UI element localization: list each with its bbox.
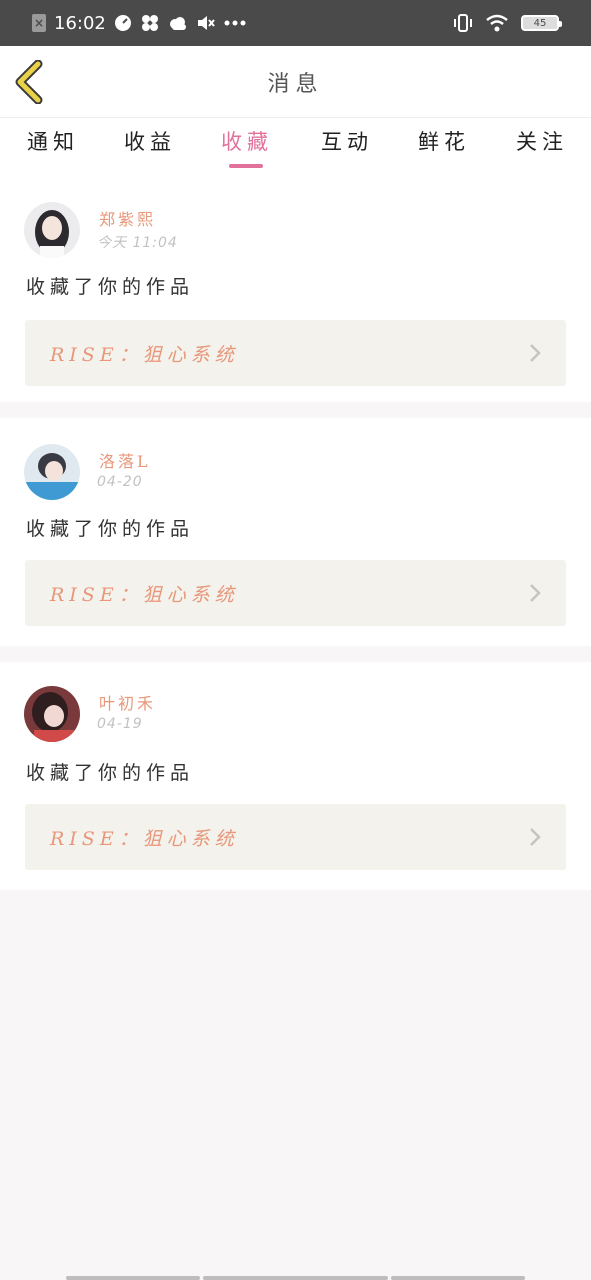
avatar-image xyxy=(24,444,80,500)
avatar[interactable] xyxy=(24,686,80,742)
tab-notifications[interactable]: 通知 xyxy=(27,126,79,156)
work-title: RISE：狙心系统 xyxy=(50,828,239,850)
notification-x-icon: × xyxy=(32,14,46,32)
tab-favorites[interactable]: 收藏 xyxy=(221,126,273,156)
action-text: 收藏了你的作品 xyxy=(26,276,195,298)
timestamp: 04-20 xyxy=(97,474,143,490)
tab-flowers[interactable]: 鲜花 xyxy=(418,126,470,156)
active-tab-indicator xyxy=(229,164,263,168)
avatar-image xyxy=(24,202,80,258)
avatar[interactable] xyxy=(24,202,80,258)
header: 消息 xyxy=(0,46,591,118)
list-item: 洛落L 04-20 收藏了你的作品 RISE：狙心系统 xyxy=(0,418,591,646)
mute-icon xyxy=(196,14,216,32)
username[interactable]: 叶初禾 xyxy=(99,690,156,714)
gesture-bar[interactable] xyxy=(203,1276,388,1280)
username[interactable]: 郑紫熙 xyxy=(99,206,156,230)
gesture-bar[interactable] xyxy=(66,1276,200,1280)
work-link[interactable]: RISE：狙心系统 xyxy=(25,804,566,870)
avatar[interactable] xyxy=(24,444,80,500)
list-item: 郑紫熙 今天 11:04 收藏了你的作品 RISE：狙心系统 xyxy=(0,174,591,402)
wifi-icon xyxy=(485,14,509,32)
status-time: 16:02 xyxy=(54,12,106,34)
pinwheel-icon xyxy=(140,13,160,33)
more-dots-icon xyxy=(224,20,246,26)
status-bar: × 16:02 45 xyxy=(0,0,591,46)
work-link[interactable]: RISE：狙心系统 xyxy=(25,560,566,626)
tab-bar: 通知 收益 收藏 互动 鲜花 关注 xyxy=(0,118,591,174)
timestamp: 04-19 xyxy=(97,716,143,732)
chevron-right-icon xyxy=(530,344,541,362)
speed-icon xyxy=(114,14,132,32)
timestamp: 今天 11:04 xyxy=(97,235,178,251)
list-item: 叶初禾 04-19 收藏了你的作品 RISE：狙心系统 xyxy=(0,662,591,890)
username[interactable]: 洛落L xyxy=(99,448,151,472)
work-title: RISE：狙心系统 xyxy=(50,584,239,606)
chevron-right-icon xyxy=(530,584,541,602)
message-list: 郑紫熙 今天 11:04 收藏了你的作品 RISE：狙心系统 洛落L 04-20… xyxy=(0,174,591,890)
tab-earnings[interactable]: 收益 xyxy=(124,126,176,156)
tab-interactions[interactable]: 互动 xyxy=(321,126,373,156)
action-text: 收藏了你的作品 xyxy=(26,518,195,540)
gesture-bar[interactable] xyxy=(391,1276,525,1280)
vibrate-icon xyxy=(453,13,473,33)
action-text: 收藏了你的作品 xyxy=(26,762,195,784)
tab-follows[interactable]: 关注 xyxy=(516,126,568,156)
status-left: × 16:02 xyxy=(32,13,246,34)
cloud-icon xyxy=(168,16,188,30)
avatar-image xyxy=(24,686,80,742)
status-right: 45 xyxy=(453,13,562,33)
chevron-right-icon xyxy=(530,828,541,846)
work-link[interactable]: RISE：狙心系统 xyxy=(25,320,566,386)
battery-icon: 45 xyxy=(521,15,562,31)
page-title: 消息 xyxy=(267,72,324,97)
divider xyxy=(0,646,591,662)
divider xyxy=(0,402,591,418)
work-title: RISE：狙心系统 xyxy=(50,344,239,366)
